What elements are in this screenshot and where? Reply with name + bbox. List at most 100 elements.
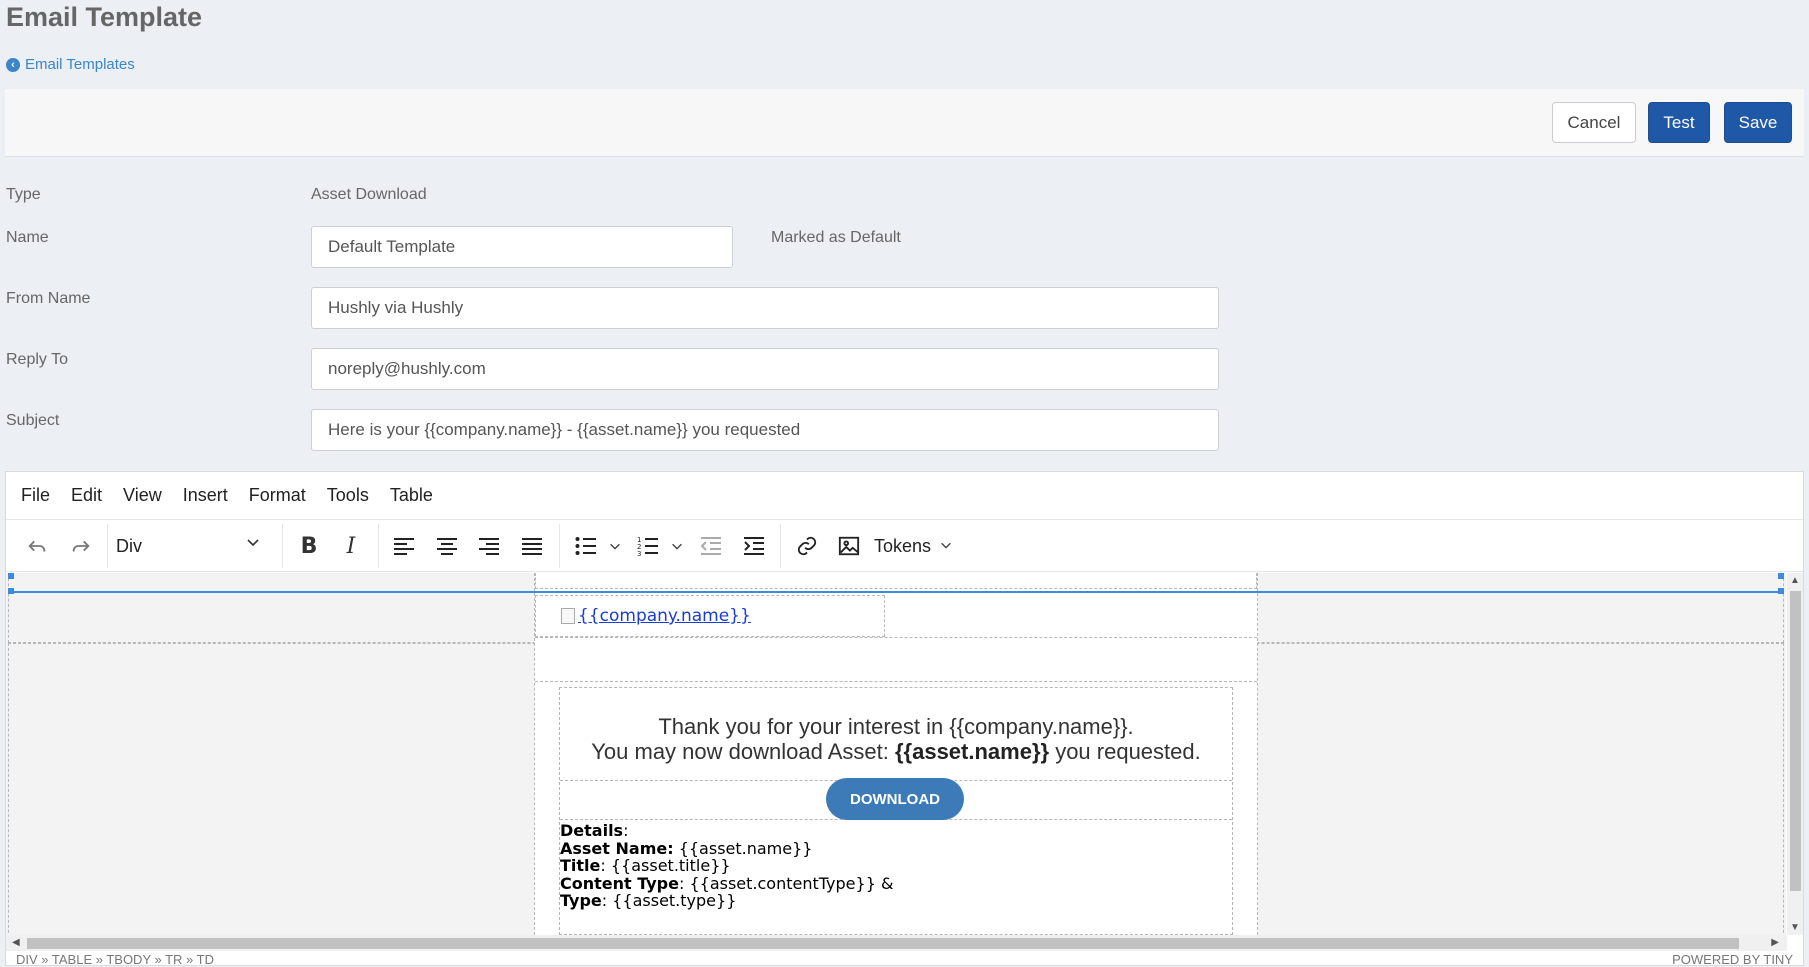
resize-handle[interactable] [8, 588, 14, 594]
email-body-column: {{company.name}} Thank you for your inte… [534, 573, 1258, 935]
page-title: Email Template [6, 2, 203, 32]
content-type-label: Content Type [560, 873, 679, 893]
resize-handle[interactable] [1778, 573, 1784, 579]
menu-view[interactable]: View [123, 485, 162, 506]
vertical-scrollbar[interactable]: ▲ ▼ [1787, 573, 1803, 935]
indent-icon[interactable] [737, 520, 771, 572]
align-right-icon[interactable] [472, 520, 506, 572]
outdent-icon[interactable] [694, 520, 728, 572]
type-label: Type [6, 186, 41, 203]
align-center-icon[interactable] [430, 520, 464, 572]
thank-you-line-2: You may now download Asset: {{asset.name… [560, 739, 1232, 764]
type-line: Type: {{asset.type}} [560, 892, 893, 910]
title-label: Title [560, 856, 601, 875]
reply-to-input[interactable] [311, 348, 1219, 390]
broken-image-icon [561, 608, 575, 624]
scroll-up-icon[interactable]: ▲ [1787, 575, 1803, 586]
download-button[interactable]: DOWNLOAD [826, 778, 964, 820]
action-bar: Cancel Test Save [5, 89, 1804, 157]
title-line: Title: {{asset.title}} [560, 857, 893, 875]
spacer-row [535, 637, 1257, 682]
bullet-list-chevron-down-icon[interactable] [605, 520, 625, 572]
subject-label: Subject [6, 412, 60, 429]
arrow-left-circle-icon: ‹ [6, 57, 20, 72]
thank-you-message: Thank you for your interest in {{company… [560, 714, 1232, 764]
reply-to-label: Reply To [6, 351, 68, 368]
asset-name-line: Asset Name: {{asset.name}} [560, 838, 893, 858]
thank-you-line-2-prefix: You may now download Asset: [591, 739, 895, 764]
logo-cell: {{company.name}} [535, 595, 885, 637]
horizontal-scroll-thumb[interactable] [27, 938, 1739, 949]
horizontal-scrollbar[interactable]: ◀ ▶ [6, 935, 1787, 951]
align-left-icon[interactable] [387, 520, 421, 572]
subject-input[interactable] [311, 409, 1219, 451]
selection-outline [8, 591, 1784, 593]
details-colon: : [623, 821, 629, 840]
content-type-line: Content Type: {{asset.contentType}} & [560, 873, 894, 893]
powered-by-tiny[interactable]: POWERED BY TINY [1672, 952, 1793, 967]
details-heading: Details: [560, 822, 893, 840]
cancel-button[interactable]: Cancel [1552, 102, 1636, 143]
download-row: DOWNLOAD [560, 778, 1232, 820]
name-label: Name [6, 229, 49, 246]
scroll-right-icon[interactable]: ▶ [1771, 935, 1779, 951]
toolbar-separator [559, 524, 560, 568]
rich-text-editor: File Edit View Insert Format Tools Table… [5, 471, 1804, 967]
message-box: Thank you for your interest in {{company… [559, 687, 1233, 935]
editor-content-area[interactable]: {{company.name}} Thank you for your inte… [6, 573, 1786, 935]
menu-tools[interactable]: Tools [327, 485, 369, 506]
from-name-input[interactable] [311, 287, 1219, 329]
bold-icon[interactable]: B [292, 520, 326, 572]
name-input[interactable] [311, 226, 733, 268]
type-token-value: : {{asset.type}} [601, 891, 737, 910]
editor-toolbar: Div B I 123 Tokens [6, 520, 1803, 572]
editor-menubar: File Edit View Insert Format Tools Table [6, 472, 1803, 520]
scroll-down-icon[interactable]: ▼ [1787, 922, 1803, 933]
marked-as-default-text: Marked as Default [771, 229, 901, 246]
menu-edit[interactable]: Edit [71, 485, 102, 506]
menu-format[interactable]: Format [249, 485, 306, 506]
toolbar-separator [282, 524, 283, 568]
back-to-email-templates-link[interactable]: ‹ Email Templates [6, 56, 135, 73]
menu-file[interactable]: File [21, 485, 50, 506]
asset-name-token: {{asset.name}} [894, 739, 1050, 764]
title-value: : {{asset.title}} [600, 856, 731, 875]
link-icon[interactable] [790, 520, 824, 572]
company-logo-link[interactable]: {{company.name}} [578, 606, 751, 626]
block-format-value: Div [116, 535, 142, 556]
scroll-left-icon[interactable]: ◀ [12, 935, 20, 951]
resize-handle[interactable] [8, 573, 14, 579]
editor-statusbar: DIV » TABLE » TBODY » TR » TD POWERED BY… [6, 951, 1803, 967]
resize-handle[interactable] [1778, 588, 1784, 594]
asset-name-value: {{asset.name}} [673, 838, 813, 858]
align-justify-icon[interactable] [515, 520, 549, 572]
test-button[interactable]: Test [1648, 102, 1710, 143]
numbered-list-icon[interactable]: 123 [631, 520, 665, 572]
bullet-list-icon[interactable] [569, 520, 603, 572]
tokens-dropdown[interactable]: Tokens [874, 520, 953, 572]
thank-you-line-2-suffix: you requested. [1049, 739, 1201, 764]
details-label: Details [560, 821, 624, 840]
asset-name-label: Asset Name: [560, 838, 674, 858]
svg-text:3: 3 [637, 550, 641, 556]
element-path[interactable]: DIV » TABLE » TBODY » TR » TD [16, 952, 214, 967]
menu-insert[interactable]: Insert [183, 485, 228, 506]
tokens-label: Tokens [874, 535, 932, 556]
content-type-value: : {{asset.contentType}} & [678, 873, 894, 893]
chevron-down-icon [245, 534, 261, 555]
thank-you-line-1: Thank you for your interest in {{company… [658, 714, 1134, 739]
image-icon[interactable] [832, 520, 866, 572]
save-button[interactable]: Save [1724, 102, 1792, 143]
undo-icon[interactable] [20, 520, 54, 572]
block-format-select[interactable]: Div [116, 526, 273, 566]
type-value: Asset Download [311, 186, 427, 203]
toolbar-separator [378, 524, 379, 568]
menu-table[interactable]: Table [390, 485, 433, 506]
numbered-list-chevron-down-icon[interactable] [667, 520, 687, 572]
asset-details: Details: Asset Name: {{asset.name}} Titl… [560, 822, 893, 910]
italic-icon[interactable]: I [334, 520, 368, 572]
redo-icon[interactable] [64, 520, 98, 572]
vertical-scroll-thumb[interactable] [1790, 591, 1801, 891]
from-name-label: From Name [6, 290, 91, 307]
toolbar-separator [107, 524, 108, 568]
